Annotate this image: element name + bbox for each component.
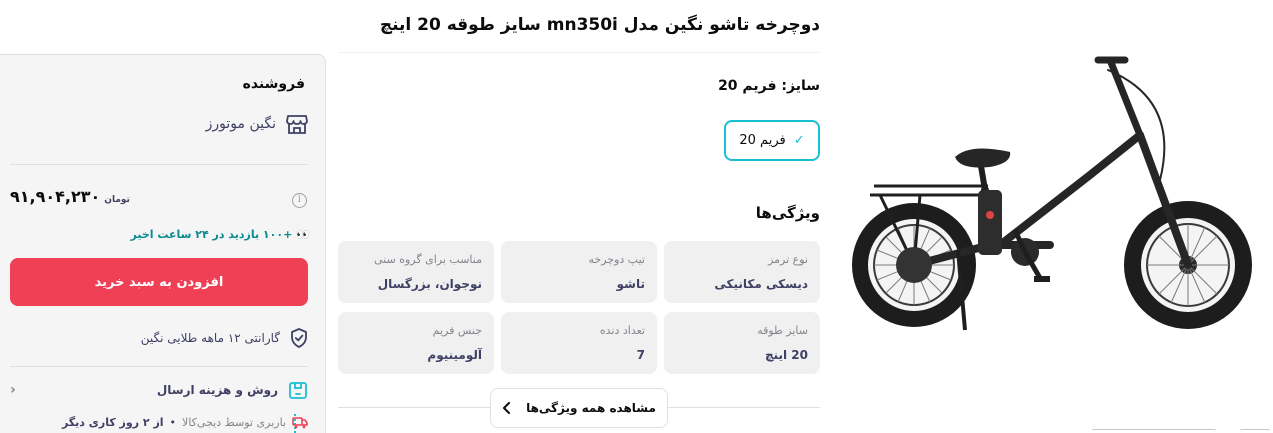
feature-key: تیپ دوچرخه [588,253,645,266]
features-title: ویژگی‌ها [755,204,820,222]
buy-box [0,54,326,433]
currency-label: تومان [104,195,130,205]
product-image[interactable] [840,40,1260,340]
shipping-title: روش و هزینه ارسال [156,383,278,397]
motor-hub [896,247,932,283]
battery [978,190,1002,255]
feature-value: آلومینیوم [427,348,482,362]
feature-key: سایز طوقه [757,324,808,337]
seat [955,148,1011,191]
feature-value: نوجوان، بزرگسال [377,277,482,291]
image-scrollbar[interactable] [1092,429,1216,433]
features-grid: نوع ترمز دیسکی مکانیکی تیپ دوچرخه تاشو م… [338,241,820,374]
eyes-icon: 👀 [296,228,310,241]
chevron-left-icon: ‹ [10,382,16,398]
check-icon: ✓ [793,133,805,148]
add-to-cart-button[interactable]: افزودن به سبد خرید [10,258,308,306]
feature-key: تعداد دنده [599,324,645,337]
seller-heading: فروشنده [242,76,305,92]
feature-card: تیپ دوچرخه تاشو [501,241,657,303]
divider [338,52,820,53]
store-icon [286,115,308,134]
truck-icon [292,416,308,428]
feature-card: سایز طوقه 20 اینچ [664,312,820,374]
feature-card: مناسب برای گروه سنی نوجوان، بزرگسال [338,241,494,303]
recent-visits: 👀 +۱۰۰ بازدید در ۲۴ ساعت اخیر [130,228,310,241]
feature-card: تعداد دنده 7 [501,312,657,374]
shipping-eta: از ۲ روز کاری دیگر [61,416,164,429]
price: ۹۱,۹۰۴,۲۳۰ تومان [10,187,130,206]
feature-card: نوع ترمز دیسکی مکانیکی [664,241,820,303]
info-icon[interactable]: i [292,193,307,208]
image-scrollbar[interactable] [1240,429,1270,433]
product-title: دوچرخه تاشو نگین مدل mn350i سایز طوقه 20… [379,15,820,35]
show-all-features-button[interactable]: مشاهده همه ویژگی‌ها [490,388,668,428]
feature-card: جنس فریم آلومینیوم [338,312,494,374]
variant-option-label: فریم 20 [739,133,786,148]
shipping-carrier: باربری توسط دیجی‌کالا [182,416,286,429]
seller-name: نگین موتورز [205,116,276,132]
feature-key: نوع ترمز [768,253,808,266]
warranty-text: گارانتی ۱۲ ماهه طلایی نگین [140,331,280,345]
feature-value: 7 [636,348,645,362]
warranty-row: گارانتی ۱۲ ماهه طلایی نگین [110,328,308,348]
feature-key: جنس فریم [432,324,482,337]
recent-visits-text: +۱۰۰ بازدید در ۲۴ ساعت اخیر [130,228,293,241]
shipping-detail: باربری توسط دیجی‌کالا • از ۲ روز کاری دی… [36,416,308,429]
shield-check-icon [291,328,307,348]
price-value: ۹۱,۹۰۴,۲۳۰ [10,187,101,206]
feature-key: مناسب برای گروه سنی [374,253,482,266]
show-all-features-label: مشاهده همه ویژگی‌ها [526,401,656,415]
shipping-box-icon [289,382,307,399]
variant-option-frame-20[interactable]: ✓ فریم 20 [724,120,820,161]
variant-label: سایز: فریم 20 [718,78,820,94]
logo-dot [986,211,994,219]
shipping-method-row[interactable]: روش و هزینه ارسال ‹ [10,380,308,400]
divider [10,164,308,165]
crank [1011,228,1050,282]
feature-value: دیسکی مکانیکی [714,277,808,291]
divider [10,366,308,367]
seller-link[interactable]: نگین موتورز [120,114,308,134]
bullet-separator: • [169,416,177,429]
chevron-left-icon [503,402,511,414]
feature-value: 20 اینچ [764,348,808,362]
feature-value: تاشو [616,277,645,291]
